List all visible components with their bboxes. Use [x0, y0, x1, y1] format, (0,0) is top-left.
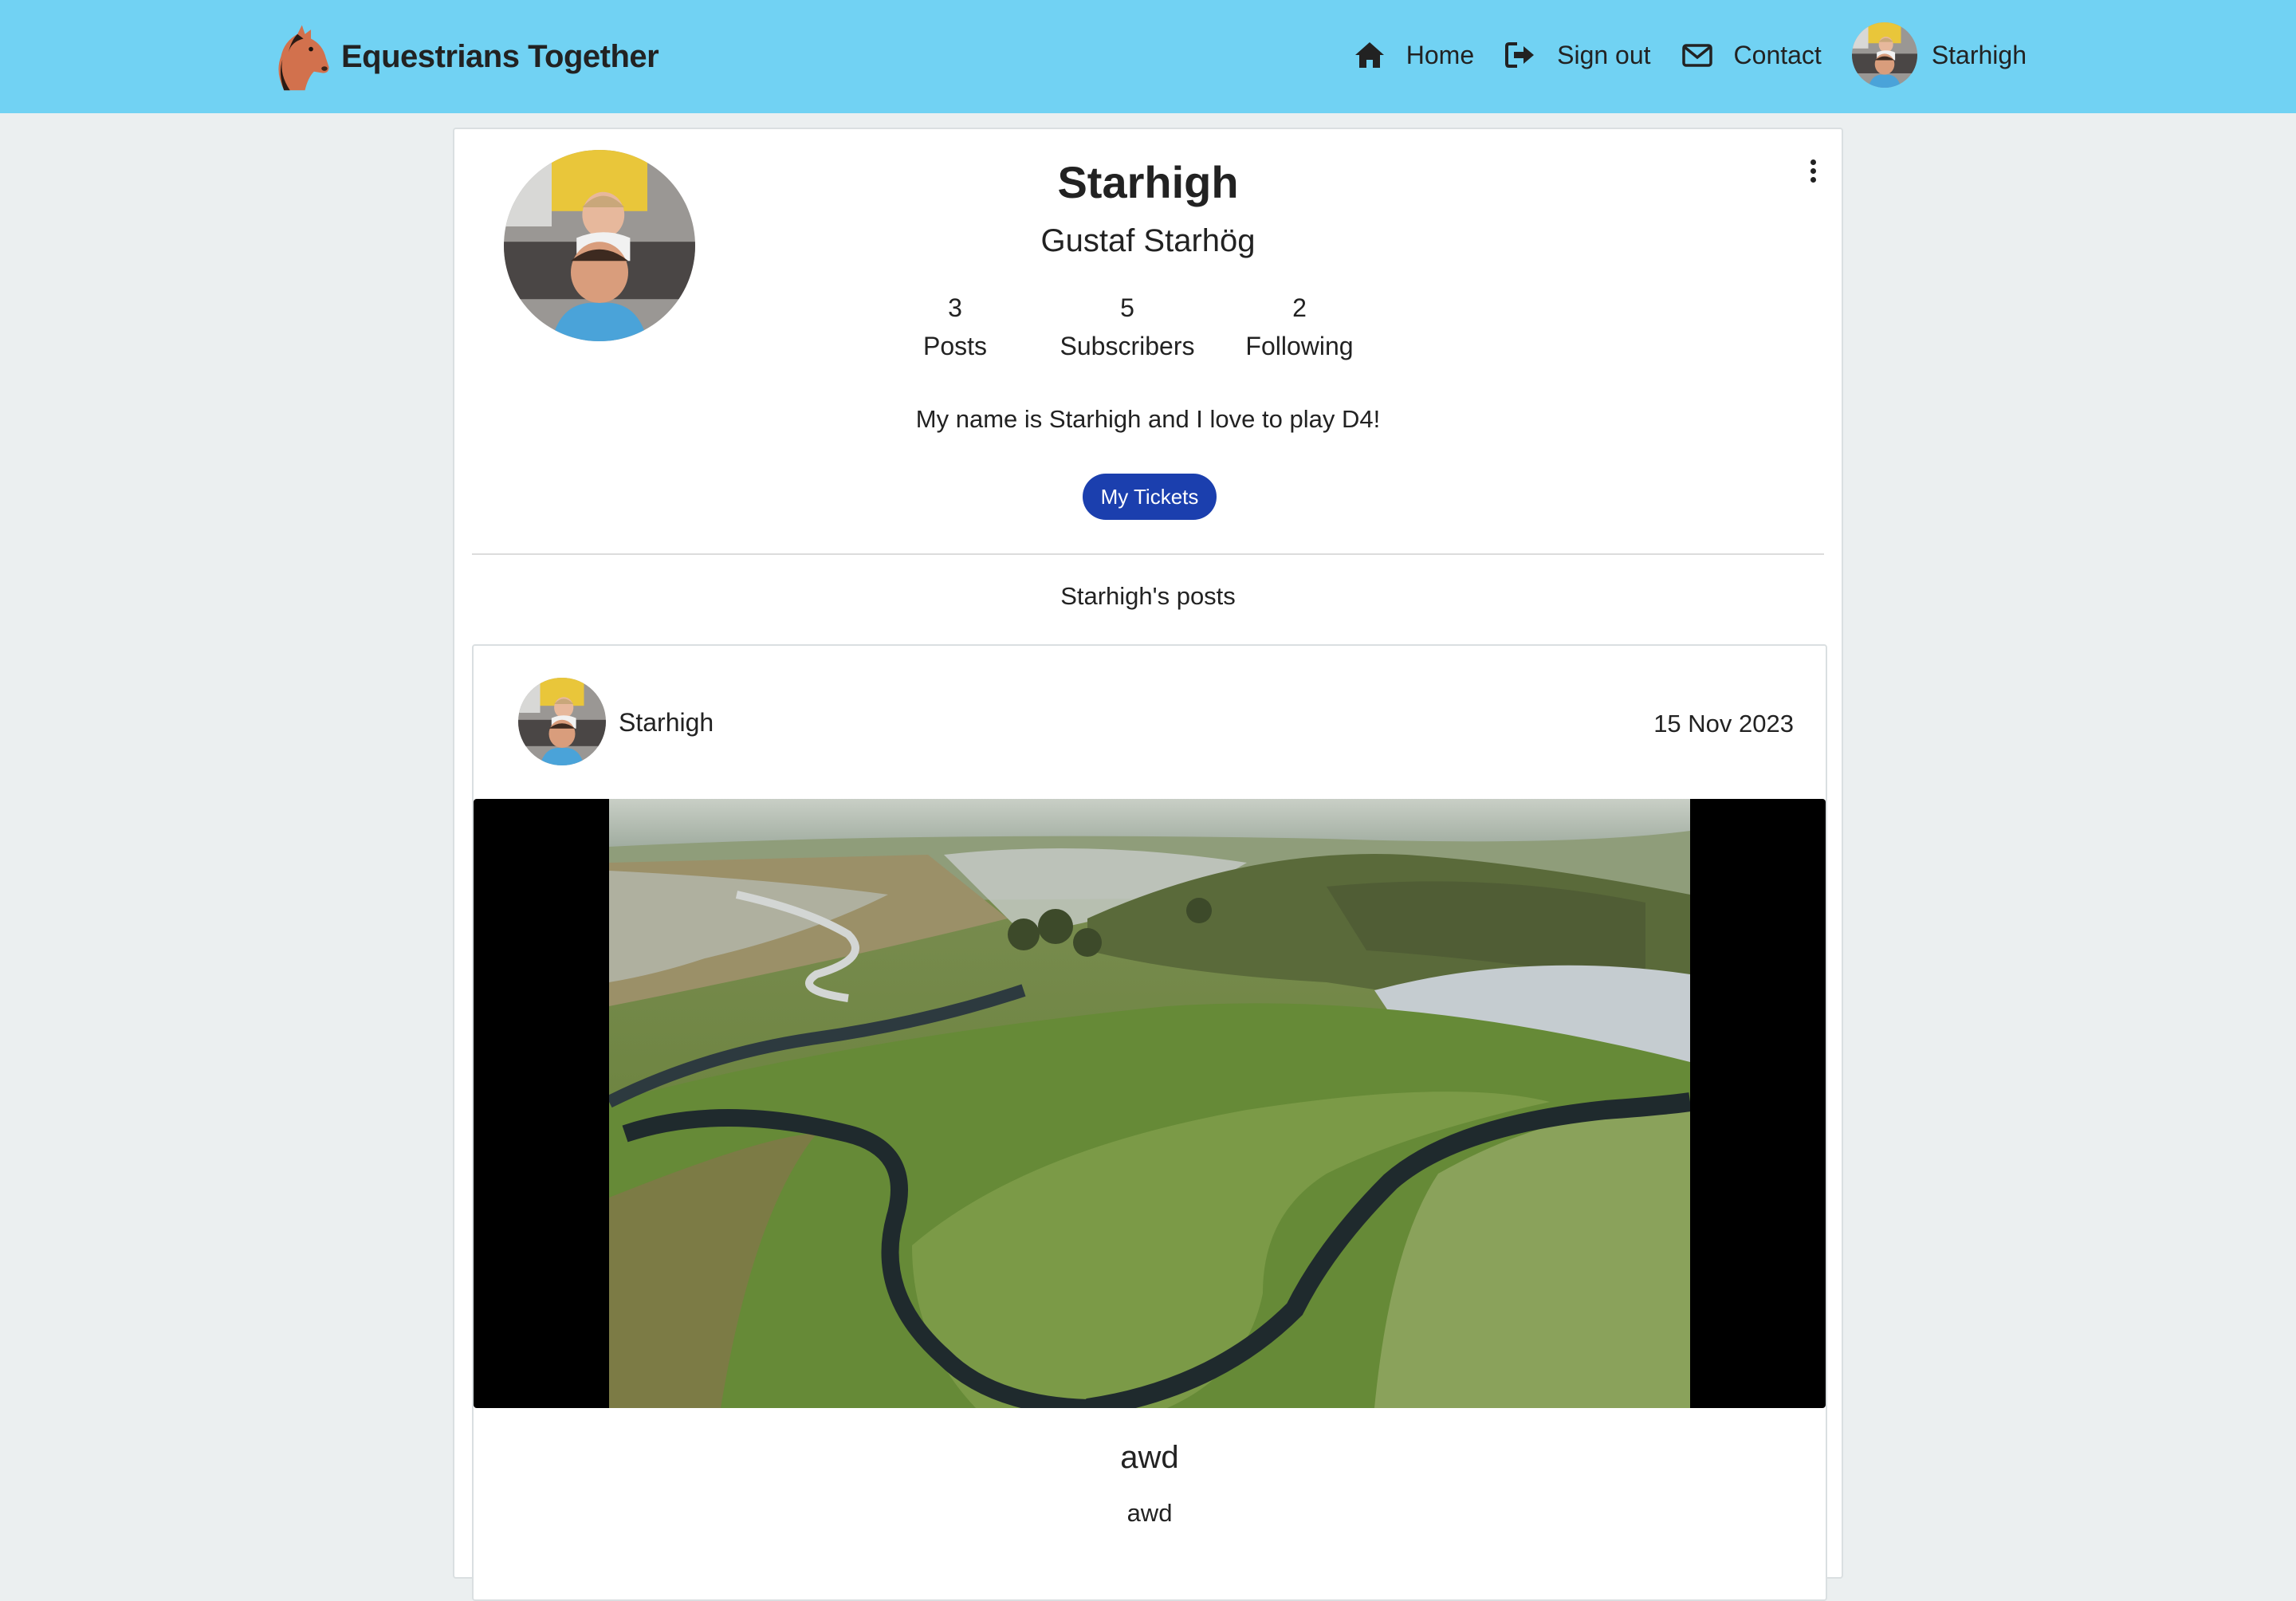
- stat-following-count: 2: [1292, 293, 1307, 322]
- post-date: 15 Nov 2023: [1653, 710, 1794, 738]
- post-image[interactable]: [474, 799, 1826, 1408]
- stat-following[interactable]: 2 Following: [1228, 289, 1371, 365]
- brand-link[interactable]: Equestrians Together: [261, 19, 659, 94]
- nav-contact-label: Contact: [1733, 40, 1822, 69]
- nav-user-profile[interactable]: Starhigh: [1852, 22, 2027, 88]
- post-title: awd: [1120, 1440, 1179, 1475]
- nav-contact[interactable]: Contact: [1681, 39, 1822, 71]
- nav-home-label: Home: [1406, 40, 1475, 69]
- post-body: awd: [1126, 1499, 1173, 1527]
- horse-logo-icon: [278, 25, 329, 91]
- nav-sign-out[interactable]: Sign out: [1504, 39, 1651, 71]
- nav-user-name: Starhigh: [1931, 40, 2027, 69]
- brand-name: Equestrians Together: [341, 38, 659, 74]
- stat-posts[interactable]: 3 Posts: [883, 289, 1027, 365]
- user-avatar: [1852, 22, 1917, 88]
- stat-posts-count: 3: [948, 293, 962, 322]
- stat-following-label: Following: [1245, 332, 1354, 360]
- profile-full-name: Gustaf Starhög: [1040, 223, 1256, 258]
- nav-home[interactable]: Home: [1354, 39, 1474, 71]
- my-tickets-button[interactable]: My Tickets: [1083, 474, 1217, 520]
- stat-subscribers-label: Subscribers: [1060, 332, 1195, 360]
- stat-subscribers-count: 5: [1120, 293, 1134, 322]
- profile-card: Starhigh Gustaf Starhög 3 Posts 5 Subscr…: [453, 128, 1843, 1601]
- landscape-photo: [609, 799, 1690, 1408]
- home-icon: [1354, 39, 1386, 71]
- envelope-icon: [1681, 39, 1713, 71]
- post-author-avatar[interactable]: [518, 678, 606, 765]
- main-nav: Home Sign out Contact Starhigh: [1323, 0, 2027, 110]
- nav-sign-out-label: Sign out: [1557, 40, 1651, 69]
- post-card: Starhigh 15 Nov 2023 awd awd: [472, 644, 1827, 1601]
- divider: [472, 553, 1824, 555]
- profile-bio: My name is Starhigh and I love to play D…: [915, 405, 1381, 433]
- sign-out-icon: [1504, 39, 1536, 71]
- profile-stats: 3 Posts 5 Subscribers 2 Following: [454, 289, 1842, 365]
- post-author-name[interactable]: Starhigh: [619, 708, 714, 738]
- stat-posts-label: Posts: [922, 332, 988, 360]
- posts-heading: Starhigh's posts: [1060, 582, 1236, 610]
- navbar: Equestrians Together Home Sign out Conta…: [0, 0, 2296, 113]
- profile-username: Starhigh: [1057, 157, 1239, 207]
- stat-subscribers[interactable]: 5 Subscribers: [1048, 289, 1207, 365]
